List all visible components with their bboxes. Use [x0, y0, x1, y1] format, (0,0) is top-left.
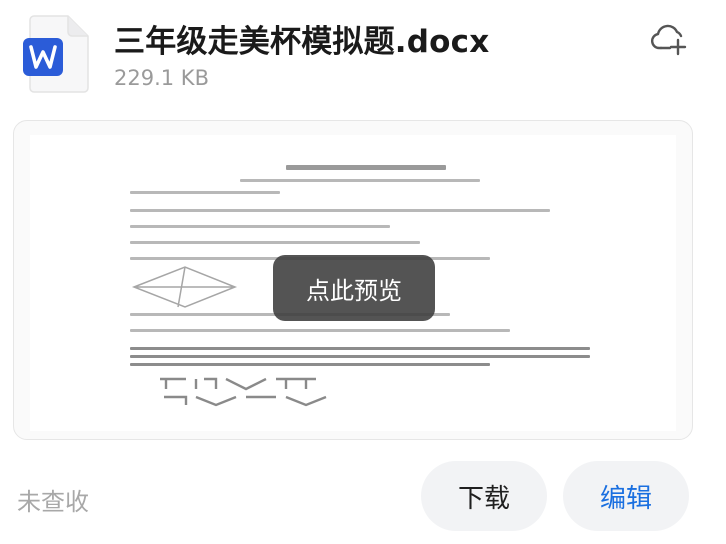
word-document-icon — [20, 14, 92, 94]
doc-line — [130, 329, 510, 332]
doc-line — [130, 209, 550, 212]
doc-heading-line — [286, 165, 446, 170]
preview-button[interactable]: 点此预览 — [273, 255, 435, 321]
status-label: 未查收 — [17, 488, 89, 516]
doc-line — [130, 191, 280, 194]
doc-line — [130, 355, 590, 358]
puzzle-figure — [160, 377, 327, 407]
file-size: 229.1 KB — [114, 66, 209, 90]
doc-line — [130, 225, 390, 228]
doc-line — [130, 241, 420, 244]
doc-line — [130, 347, 590, 350]
edit-button[interactable]: 编辑 — [563, 461, 689, 531]
cloud-upload-icon[interactable] — [650, 22, 688, 58]
geometry-figure — [131, 266, 238, 308]
file-name: 三年级走美杯模拟题.docx — [114, 24, 490, 60]
doc-line — [130, 363, 490, 366]
document-preview[interactable]: 点此预览 — [13, 120, 693, 440]
doc-line — [240, 179, 480, 182]
download-button[interactable]: 下载 — [421, 461, 547, 531]
